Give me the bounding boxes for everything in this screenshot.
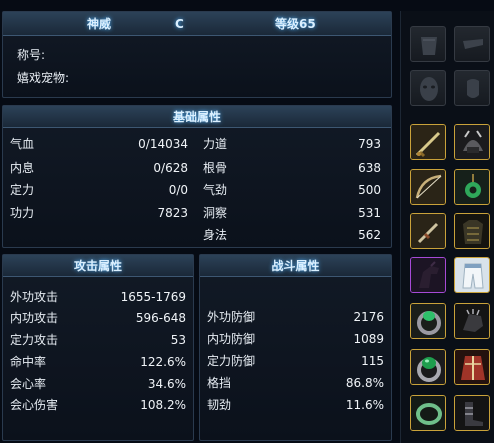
stat-value: 7823 [157,206,188,220]
stat-row: 内息 0/628 [10,158,188,178]
stat-label: 内功防御 [207,332,256,346]
stat-row: 气劲 500 [203,180,381,200]
empty-cape-slot-icon[interactable] [410,26,446,62]
stat-row: 会心伤害 108.2% [10,395,186,415]
pet-row: 嬉戏宠物: [17,68,217,88]
stat-value: 0/0 [168,183,188,197]
pants-icon[interactable] [454,257,490,293]
stat-value: 115 [361,354,384,368]
dagger-icon[interactable] [410,213,446,249]
jade-pendant-icon[interactable] [454,169,490,205]
stat-label: 力道 [203,137,228,151]
emerald-ring-icon[interactable] [410,349,446,385]
attack-rows: 外功攻击 1655-1769 内功攻击 596-648 定力攻击 53 命中率 … [10,287,186,417]
stat-label: 洞察 [203,206,228,220]
stat-value: 34.6% [147,377,186,391]
empty-face-slot-icon[interactable] [454,70,490,106]
helmet-icon[interactable] [454,124,490,160]
stat-label: 会心率 [10,377,47,391]
stat-label: 气血 [10,137,35,151]
stat-value: 500 [358,183,381,197]
stat-row: 定力攻击 53 [10,330,186,350]
title-label: 称号: [17,48,46,62]
stat-value: 86.8% [345,376,384,390]
basic-attributes-header: 基础属性 [3,106,391,128]
stat-label: 内功攻击 [10,311,59,325]
stat-row: 身法 562 [203,225,381,245]
stat-value: 11.6% [345,398,384,412]
stat-row: 内功攻击 596-648 [10,308,186,328]
stat-value: 596-648 [135,311,186,325]
stat-label: 外功防御 [207,310,256,324]
stat-row: 外功攻击 1655-1769 [10,287,186,307]
stat-value: 793 [358,137,381,151]
stat-value: 108.2% [140,398,186,412]
stat-value: 2176 [353,310,384,324]
stat-label: 格挡 [207,376,232,390]
combat-attributes-header: 战斗属性 [200,255,391,277]
armor-icon[interactable] [454,213,490,249]
stat-value: 53 [170,333,186,347]
stat-value: 562 [358,228,381,242]
stat-row: 格挡 86.8% [207,373,384,393]
character-grade: C [175,17,184,31]
character-header: 神威 C 等级65 [3,12,391,36]
stat-row: 外功防御 2176 [207,307,384,327]
boots-icon[interactable] [454,395,490,431]
bow-icon[interactable] [410,169,446,205]
stat-row: 命中率 122.6% [10,352,186,372]
stat-value: 0/14034 [138,137,188,151]
stat-label: 定力攻击 [10,333,59,347]
stat-label: 会心伤害 [10,398,59,412]
stat-value: 0/628 [153,161,188,175]
stat-label: 身法 [203,228,228,242]
stat-row: 洞察 531 [203,203,381,223]
stat-label: 定力 [10,183,35,197]
stat-row: 气血 0/14034 [10,134,188,154]
stat-row: 定力防御 115 [207,351,384,371]
stat-value: 122.6% [140,355,186,369]
stat-row: 会心率 34.6% [10,374,186,394]
robe-icon[interactable] [454,349,490,385]
stat-label: 内息 [10,161,35,175]
title-row: 称号: [17,45,217,65]
character-name: 神威 [87,17,112,31]
stat-value: 638 [358,161,381,175]
attack-attributes-header: 攻击属性 [3,255,193,277]
stat-row: 内功防御 1089 [207,329,384,349]
stat-label: 命中率 [10,355,47,369]
stat-value: 1089 [353,332,384,346]
basic-right-column: 力道 793 根骨 638 气劲 500 洞察 531 身法 562 [203,134,381,248]
stat-row: 定力 0/0 [10,180,188,200]
jade-bracelet-icon[interactable] [410,395,446,431]
character-level: 等级65 [275,17,316,31]
character-info-panel: 神威 C 等级65 称号: 嬉戏宠物: [2,11,392,98]
pet-label: 嬉戏宠物: [17,71,70,85]
stat-label: 外功攻击 [10,290,59,304]
stat-row: 功力 7823 [10,203,188,223]
stat-row: 根骨 638 [203,158,381,178]
stat-row: 韧劲 11.6% [207,395,384,415]
stat-label: 定力防御 [207,354,256,368]
empty-weapon-slot-icon[interactable] [454,26,490,62]
combat-rows: 外功防御 2176 内功防御 1089 定力防御 115 格挡 86.8% 韧劲… [207,307,384,417]
stat-label: 气劲 [203,183,228,197]
stat-value: 531 [358,206,381,220]
stat-label: 根骨 [203,161,228,175]
empty-mask-slot-icon[interactable] [410,70,446,106]
basic-left-column: 气血 0/14034 内息 0/628 定力 0/0 功力 7823 [10,134,188,224]
green-ring-icon[interactable] [410,303,446,339]
stat-label: 韧劲 [207,398,232,412]
stat-label: 功力 [10,206,35,220]
sword-icon[interactable] [410,124,446,160]
gauntlet-icon[interactable] [454,303,490,339]
stat-row: 力道 793 [203,134,381,154]
stat-value: 1655-1769 [120,290,186,304]
horse-icon[interactable] [410,257,446,293]
